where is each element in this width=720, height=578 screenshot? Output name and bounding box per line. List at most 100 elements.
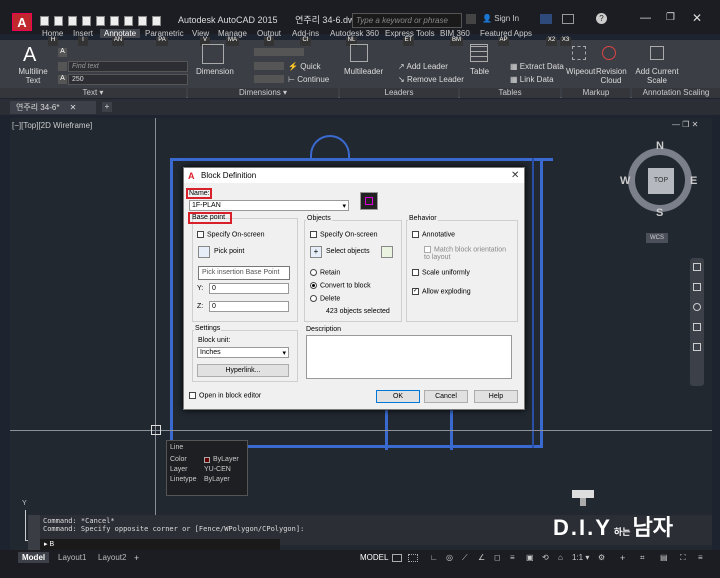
dimension-icon[interactable] <box>202 44 224 64</box>
model-space-toggle[interactable]: MODEL <box>356 552 392 563</box>
application-menu-button[interactable]: A <box>12 13 32 31</box>
layout1-tab[interactable]: Layout1 <box>54 552 90 563</box>
extract-data-button[interactable]: ▦ Extract Data <box>510 62 564 71</box>
continue-dimension-button[interactable]: ⊢ Continue <box>288 75 329 84</box>
quick-properties-icon[interactable]: ▤ <box>660 553 668 562</box>
search-icon[interactable] <box>466 14 476 24</box>
lineweight-icon[interactable]: ≡ <box>510 553 515 562</box>
new-layout-button[interactable]: + <box>134 553 139 563</box>
sign-in-button[interactable]: 👤 Sign In <box>482 14 519 23</box>
search-input[interactable]: Type a keyword or phrase <box>352 13 462 28</box>
convert-to-block-radio[interactable]: Convert to block <box>310 282 371 289</box>
object-snap-icon[interactable]: ◻ <box>494 553 501 562</box>
save-icon[interactable] <box>68 16 77 26</box>
viewport-controls[interactable]: [−][Top][2D Wireframe] <box>12 121 92 130</box>
viewcube-west[interactable]: W <box>620 175 630 187</box>
annotation-scale-select[interactable]: 1:1 ▾ <box>572 553 589 562</box>
panel-title-markup[interactable]: Markup <box>562 88 630 98</box>
base-specify-onscreen-checkbox[interactable]: Specify On-screen <box>197 231 265 238</box>
objects-specify-onscreen-checkbox[interactable]: Specify On-screen <box>310 231 378 238</box>
undo-icon[interactable] <box>110 16 119 26</box>
wipeout-icon[interactable] <box>572 46 586 60</box>
z-coordinate-input[interactable]: 0 <box>209 301 289 312</box>
pick-point-button[interactable]: Pick point <box>214 248 244 255</box>
dim-tools-toolbar[interactable] <box>254 62 284 70</box>
viewcube-north[interactable]: N <box>656 140 664 152</box>
dialog-close-button[interactable]: ✕ <box>511 170 519 181</box>
command-input[interactable]: ▸ B <box>40 539 280 550</box>
new-icon[interactable] <box>40 16 49 26</box>
viewcube-top[interactable]: TOP <box>648 168 674 194</box>
pick-point-icon[interactable] <box>198 246 210 258</box>
multileader-button[interactable]: Multileader <box>344 67 383 76</box>
orbit-icon[interactable] <box>693 323 701 331</box>
retain-radio[interactable]: Retain <box>310 269 340 276</box>
ortho-icon[interactable]: ∟ <box>430 553 438 562</box>
help-button[interactable]: Help <box>474 390 518 403</box>
transparency-icon[interactable]: ▣ <box>526 553 534 562</box>
revision-cloud-button[interactable]: Revision Cloud <box>596 67 627 85</box>
table-icon[interactable] <box>470 44 488 62</box>
annotation-monitor-icon[interactable]: + <box>620 553 625 563</box>
wcs-menu[interactable]: WCS <box>646 233 668 243</box>
a360-icon[interactable] <box>562 14 574 24</box>
saveas-icon[interactable] <box>82 16 91 26</box>
customization-icon[interactable]: ≡ <box>698 553 703 562</box>
pan-icon[interactable] <box>693 283 701 291</box>
exchange-icon[interactable] <box>540 14 552 24</box>
panel-title-dimensions[interactable]: Dimensions ▾ <box>188 88 338 98</box>
share-icon[interactable] <box>138 16 147 26</box>
osnap-tracking-icon[interactable]: ∠ <box>478 553 485 562</box>
dimension-button[interactable]: Dimension <box>196 67 234 76</box>
delete-radio[interactable]: Delete <box>310 295 340 302</box>
y-coordinate-input[interactable]: 0 <box>209 283 289 294</box>
restore-button[interactable]: ❐ <box>666 12 675 23</box>
link-data-button[interactable]: ▦ Link Data <box>510 75 554 84</box>
add-leader-button[interactable]: ↗ Add Leader <box>398 62 448 71</box>
selection-cycling-icon[interactable]: ⟲ <box>542 553 549 562</box>
dim-style-toolbar[interactable] <box>254 48 304 56</box>
navigation-bar[interactable] <box>690 258 704 386</box>
panel-title-annotation-scaling[interactable]: Annotation Scaling <box>632 88 720 98</box>
text-style-icon[interactable]: A <box>58 48 67 57</box>
quick-select-icon[interactable] <box>381 246 393 258</box>
table-button[interactable]: Table <box>470 67 489 76</box>
clean-screen-icon[interactable]: ⛶ <box>680 553 686 563</box>
units-icon[interactable]: ⌗ <box>640 553 645 563</box>
open-in-block-editor-checkbox[interactable]: Open in block editor <box>189 392 261 399</box>
workspace-gear-icon[interactable]: ⚙ <box>598 553 605 562</box>
command-line-grip[interactable] <box>28 515 40 550</box>
open-icon[interactable] <box>54 16 63 26</box>
multiline-text-button[interactable]: Multiline Text <box>16 67 50 85</box>
grid-icon[interactable] <box>392 554 402 562</box>
viewport-window-controls[interactable]: — ❐ ✕ <box>672 120 698 129</box>
match-orientation-checkbox[interactable]: Match block orientation to layout <box>424 246 512 262</box>
viewcube-east[interactable]: E <box>690 175 697 187</box>
find-text-input[interactable]: Find text <box>68 61 188 72</box>
add-current-scale-button[interactable]: Add Current Scale <box>634 67 680 85</box>
ok-button[interactable]: OK <box>376 390 420 403</box>
model-layout-tab[interactable]: Model <box>18 552 50 563</box>
snap-icon[interactable] <box>408 554 418 562</box>
block-unit-select[interactable]: Inches ▾ <box>197 347 289 358</box>
plot-icon[interactable] <box>96 16 105 26</box>
multiline-text-icon[interactable]: A <box>23 44 36 67</box>
block-name-combo[interactable]: 1F-PLAN ▾ <box>189 200 349 211</box>
minimize-button[interactable]: — <box>640 12 651 24</box>
revision-cloud-icon[interactable] <box>602 46 616 60</box>
panel-title-tables[interactable]: Tables <box>460 88 560 98</box>
scale-uniformly-checkbox[interactable]: Scale uniformly <box>412 269 470 276</box>
description-textarea[interactable] <box>306 335 512 379</box>
select-objects-button[interactable]: Select objects <box>326 248 370 255</box>
check-spelling-icon[interactable] <box>58 62 67 71</box>
viewcube-south[interactable]: S <box>656 207 663 219</box>
new-tab-button[interactable]: + <box>102 102 112 112</box>
select-objects-icon[interactable]: + <box>310 246 322 258</box>
quick-dimension-button[interactable]: ⚡ Quick <box>288 62 321 71</box>
dim-tools-toolbar-2[interactable] <box>254 75 284 83</box>
panel-title-leaders[interactable]: Leaders <box>340 88 458 98</box>
redo-icon[interactable] <box>124 16 133 26</box>
isodraft-icon[interactable]: ⟋ <box>462 553 468 563</box>
zoom-extents-icon[interactable] <box>693 303 701 311</box>
wipeout-button[interactable]: Wipeout <box>566 67 595 76</box>
